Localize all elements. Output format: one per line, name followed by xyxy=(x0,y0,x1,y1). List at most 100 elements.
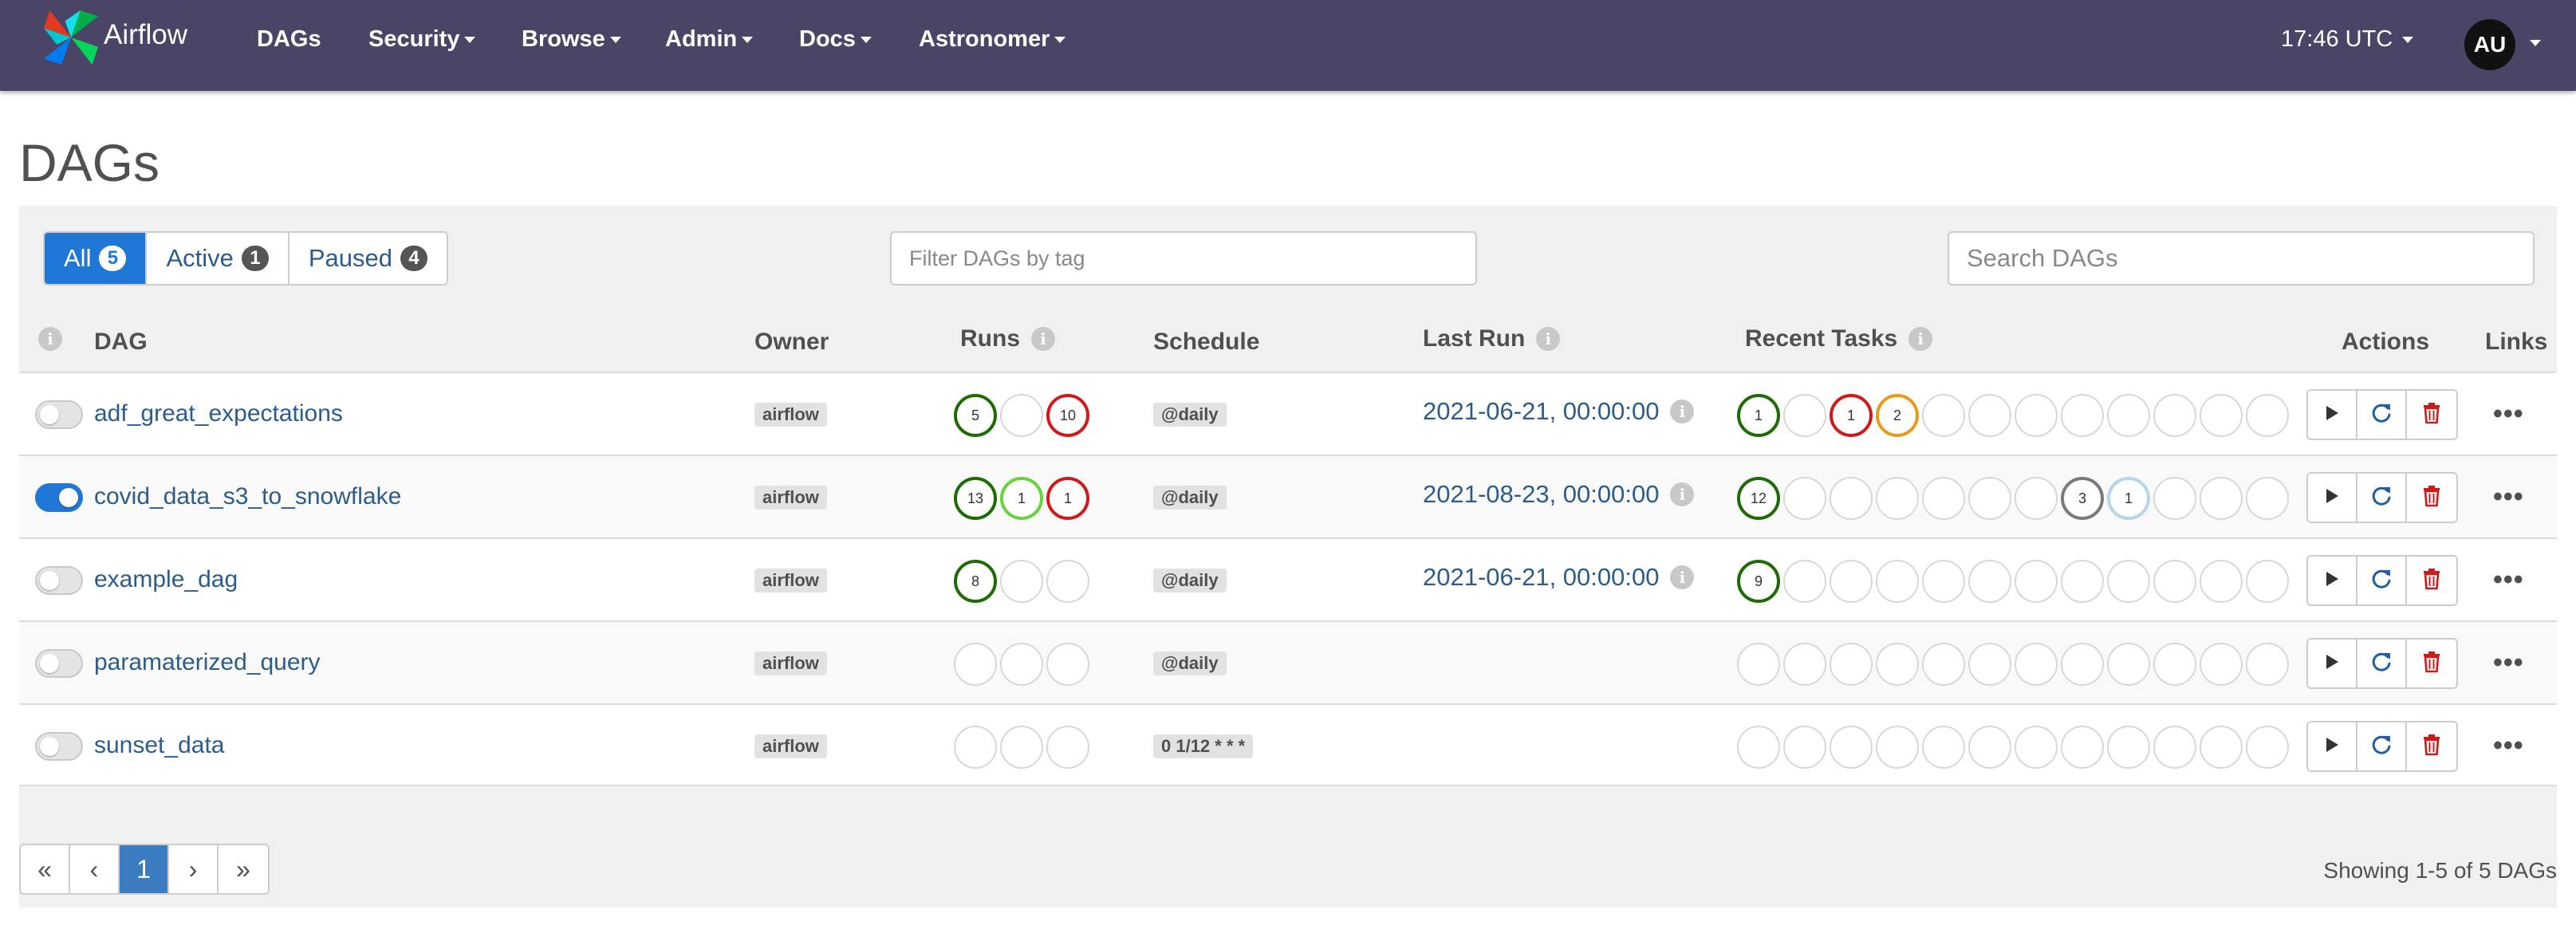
last-run-link[interactable]: 2021-06-21, 00:00:00 i xyxy=(1423,563,1695,592)
refresh-button[interactable] xyxy=(2357,557,2407,604)
task-status-circle[interactable] xyxy=(2246,726,2289,769)
task-status-circle[interactable] xyxy=(1968,643,2011,686)
schedule-tag[interactable]: @daily xyxy=(1153,651,1227,675)
refresh-button[interactable] xyxy=(2357,474,2407,522)
play-button[interactable] xyxy=(2308,557,2357,604)
last-run-link[interactable]: 2021-06-21, 00:00:00 i xyxy=(1423,397,1695,426)
play-button[interactable] xyxy=(2308,474,2357,522)
trash-button[interactable] xyxy=(2407,557,2456,604)
dag-name-link[interactable]: paramaterized_query xyxy=(94,649,321,676)
task-status-circle[interactable] xyxy=(2200,394,2243,437)
last-run-link[interactable]: 2021-08-23, 00:00:00 i xyxy=(1423,480,1695,509)
trash-button[interactable] xyxy=(2407,474,2456,522)
filter-all-button[interactable]: All 5 xyxy=(45,233,148,284)
task-status-circle[interactable]: 1 xyxy=(1830,394,1873,437)
timezone-dropdown[interactable]: 17:46 UTC xyxy=(2281,26,2414,53)
filter-active-button[interactable]: Active 1 xyxy=(147,233,290,284)
dag-pause-toggle[interactable] xyxy=(35,566,83,595)
dag-pause-toggle[interactable] xyxy=(35,483,83,512)
task-status-circle[interactable]: 1 xyxy=(2107,477,2150,520)
task-status-circle[interactable] xyxy=(2107,394,2150,437)
owner-tag[interactable]: airflow xyxy=(754,569,827,592)
schedule-tag[interactable]: @daily xyxy=(1153,569,1227,592)
info-icon[interactable]: i xyxy=(1670,482,1695,506)
refresh-button[interactable] xyxy=(2357,391,2407,439)
run-status-circle[interactable] xyxy=(1046,560,1089,603)
header-info-icon[interactable]: i xyxy=(38,327,62,351)
schedule-tag[interactable]: @daily xyxy=(1153,403,1227,427)
tag-filter-input[interactable] xyxy=(890,231,1477,285)
page-last-button[interactable]: » xyxy=(219,845,268,893)
task-status-circle[interactable] xyxy=(1830,726,1873,769)
task-status-circle[interactable] xyxy=(1968,394,2011,437)
nav-security[interactable]: Security xyxy=(368,26,476,53)
task-status-circle[interactable] xyxy=(1876,477,1919,520)
nav-docs[interactable]: Docs xyxy=(799,26,872,53)
user-menu-chevron-icon[interactable] xyxy=(2530,40,2541,46)
run-status-circle[interactable]: 1 xyxy=(1046,477,1089,520)
owner-tag[interactable]: airflow xyxy=(754,734,827,758)
run-status-circle[interactable] xyxy=(1000,726,1043,769)
task-status-circle[interactable] xyxy=(2153,643,2196,686)
col-header-owner[interactable]: Owner xyxy=(754,329,829,356)
run-status-circle[interactable] xyxy=(1046,643,1089,686)
col-header-dag[interactable]: DAG xyxy=(94,329,148,356)
task-status-circle[interactable] xyxy=(1783,560,1826,603)
task-status-circle[interactable] xyxy=(2015,560,2058,603)
run-status-circle[interactable] xyxy=(954,643,997,686)
task-status-circle[interactable] xyxy=(1968,477,2011,520)
user-avatar[interactable]: AU xyxy=(2464,19,2515,70)
dag-pause-toggle[interactable] xyxy=(35,732,83,761)
airflow-logo[interactable] xyxy=(41,8,100,67)
run-status-circle[interactable]: 5 xyxy=(954,394,997,437)
nav-browse[interactable]: Browse xyxy=(522,26,621,53)
task-status-circle[interactable] xyxy=(2246,394,2289,437)
task-status-circle[interactable] xyxy=(2015,643,2058,686)
refresh-button[interactable] xyxy=(2357,722,2407,770)
trash-button[interactable] xyxy=(2407,640,2456,687)
schedule-tag[interactable]: @daily xyxy=(1153,486,1227,510)
run-status-circle[interactable] xyxy=(954,726,997,769)
page-next-button[interactable]: › xyxy=(169,845,219,893)
owner-tag[interactable]: airflow xyxy=(754,403,827,427)
task-status-circle[interactable] xyxy=(1783,643,1826,686)
col-header-last-run-label[interactable]: Last Run xyxy=(1423,325,1525,352)
task-status-circle[interactable] xyxy=(1968,726,2011,769)
task-status-circle[interactable] xyxy=(2246,477,2289,520)
dag-pause-toggle[interactable] xyxy=(35,649,83,678)
owner-tag[interactable]: airflow xyxy=(754,651,827,675)
task-status-circle[interactable] xyxy=(2015,726,2058,769)
trash-button[interactable] xyxy=(2407,722,2456,770)
task-status-circle[interactable] xyxy=(1876,726,1919,769)
more-links-icon[interactable]: ••• xyxy=(2493,648,2524,679)
brand-name[interactable]: Airflow xyxy=(104,19,187,51)
info-icon[interactable]: i xyxy=(1536,327,1561,351)
task-status-circle[interactable] xyxy=(2061,726,2104,769)
task-status-circle[interactable] xyxy=(2246,560,2289,603)
task-status-circle[interactable]: 2 xyxy=(1876,394,1919,437)
run-status-circle[interactable] xyxy=(1046,726,1089,769)
run-status-circle[interactable] xyxy=(1000,560,1043,603)
schedule-tag[interactable]: 0 1/12 * * * xyxy=(1153,734,1254,758)
play-button[interactable] xyxy=(2308,640,2357,687)
trash-button[interactable] xyxy=(2407,391,2456,439)
task-status-circle[interactable] xyxy=(2153,560,2196,603)
task-status-circle[interactable] xyxy=(2061,560,2104,603)
dag-pause-toggle[interactable] xyxy=(35,400,83,429)
refresh-button[interactable] xyxy=(2357,640,2407,687)
nav-dags[interactable]: DAGs xyxy=(257,26,321,53)
run-status-circle[interactable] xyxy=(1000,643,1043,686)
task-status-circle[interactable] xyxy=(1876,643,1919,686)
search-dags-input[interactable] xyxy=(1948,231,2535,285)
run-status-circle[interactable]: 1 xyxy=(1000,477,1043,520)
task-status-circle[interactable]: 9 xyxy=(1737,560,1780,603)
task-status-circle[interactable] xyxy=(2015,394,2058,437)
more-links-icon[interactable]: ••• xyxy=(2493,482,2524,513)
task-status-circle[interactable] xyxy=(2107,643,2150,686)
task-status-circle[interactable] xyxy=(1922,726,1965,769)
task-status-circle[interactable] xyxy=(1830,477,1873,520)
task-status-circle[interactable] xyxy=(2200,643,2243,686)
more-links-icon[interactable]: ••• xyxy=(2493,399,2524,430)
more-links-icon[interactable]: ••• xyxy=(2493,730,2524,762)
task-status-circle[interactable] xyxy=(1783,394,1826,437)
